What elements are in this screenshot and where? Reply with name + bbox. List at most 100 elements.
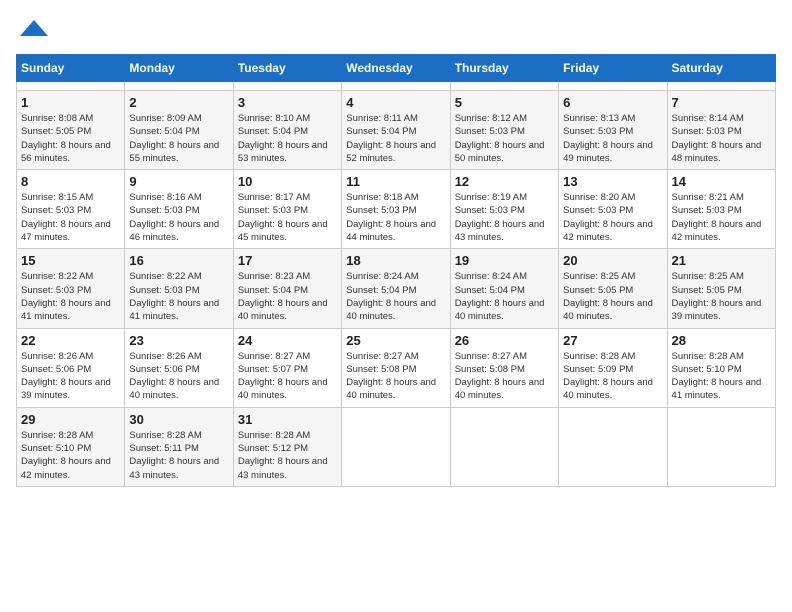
calendar-cell (17, 82, 125, 91)
calendar-cell: 24 Sunrise: 8:27 AMSunset: 5:07 PMDayligh… (233, 328, 341, 407)
logo-icon (20, 16, 48, 44)
day-number: 9 (129, 174, 228, 189)
day-info: Sunrise: 8:26 AMSunset: 5:06 PMDaylight:… (21, 350, 120, 403)
day-number: 3 (238, 95, 337, 110)
day-number: 16 (129, 253, 228, 268)
calendar-week-row: 29 Sunrise: 8:28 AMSunset: 5:10 PMDayligh… (17, 407, 776, 486)
calendar-cell: 7 Sunrise: 8:14 AMSunset: 5:03 PMDaylight… (667, 91, 775, 170)
calendar-cell: 12 Sunrise: 8:19 AMSunset: 5:03 PMDayligh… (450, 170, 558, 249)
day-info: Sunrise: 8:10 AMSunset: 5:04 PMDaylight:… (238, 112, 337, 165)
calendar-week-row: 8 Sunrise: 8:15 AMSunset: 5:03 PMDaylight… (17, 170, 776, 249)
day-info: Sunrise: 8:18 AMSunset: 5:03 PMDaylight:… (346, 191, 445, 244)
logo (16, 16, 48, 44)
day-number: 8 (21, 174, 120, 189)
calendar-day-header: Tuesday (233, 55, 341, 82)
calendar-cell (450, 82, 558, 91)
day-number: 1 (21, 95, 120, 110)
calendar-cell: 31Sunrise: 8:28 AMSunset: 5:12 PMDayligh… (233, 407, 341, 486)
day-number: 20 (563, 253, 662, 268)
day-number: 23 (129, 333, 228, 348)
calendar-cell (667, 407, 775, 486)
day-info: Sunrise: 8:15 AMSunset: 5:03 PMDaylight:… (21, 191, 120, 244)
day-number: 2 (129, 95, 228, 110)
calendar-cell: 29 Sunrise: 8:28 AMSunset: 5:10 PMDayligh… (17, 407, 125, 486)
day-info: Sunrise: 8:14 AMSunset: 5:03 PMDaylight:… (672, 112, 771, 165)
day-info: Sunrise: 8:28 AMSunset: 5:09 PMDaylight:… (563, 350, 662, 403)
day-info: Sunrise: 8:23 AMSunset: 5:04 PMDaylight:… (238, 270, 337, 323)
calendar-cell (667, 82, 775, 91)
calendar-cell (125, 82, 233, 91)
day-number: 6 (563, 95, 662, 110)
calendar-cell: 27 Sunrise: 8:28 AMSunset: 5:09 PMDayligh… (559, 328, 667, 407)
calendar-cell: 30 Sunrise: 8:28 AMSunset: 5:11 PMDayligh… (125, 407, 233, 486)
day-info: Sunrise: 8:13 AMSunset: 5:03 PMDaylight:… (563, 112, 662, 165)
day-info: Sunrise: 8:27 AMSunset: 5:07 PMDaylight:… (238, 350, 337, 403)
day-number: 21 (672, 253, 771, 268)
day-number: 13 (563, 174, 662, 189)
day-info: Sunrise: 8:28 AMSunset: 5:10 PMDaylight:… (21, 429, 120, 482)
calendar-cell: 1Sunrise: 8:08 AMSunset: 5:05 PMDaylight… (17, 91, 125, 170)
calendar-week-row: 22 Sunrise: 8:26 AMSunset: 5:06 PMDayligh… (17, 328, 776, 407)
calendar-cell: 2 Sunrise: 8:09 AMSunset: 5:04 PMDaylight… (125, 91, 233, 170)
day-info: Sunrise: 8:16 AMSunset: 5:03 PMDaylight:… (129, 191, 228, 244)
calendar-week-row: 15Sunrise: 8:22 AMSunset: 5:03 PMDayligh… (17, 249, 776, 328)
calendar-cell: 9 Sunrise: 8:16 AMSunset: 5:03 PMDaylight… (125, 170, 233, 249)
calendar-cell: 6 Sunrise: 8:13 AMSunset: 5:03 PMDaylight… (559, 91, 667, 170)
day-number: 7 (672, 95, 771, 110)
day-number: 30 (129, 412, 228, 427)
calendar-cell: 14 Sunrise: 8:21 AMSunset: 5:03 PMDayligh… (667, 170, 775, 249)
day-number: 12 (455, 174, 554, 189)
calendar-cell (450, 407, 558, 486)
day-number: 25 (346, 333, 445, 348)
day-info: Sunrise: 8:28 AMSunset: 5:11 PMDaylight:… (129, 429, 228, 482)
day-info: Sunrise: 8:24 AMSunset: 5:04 PMDaylight:… (455, 270, 554, 323)
day-info: Sunrise: 8:27 AMSunset: 5:08 PMDaylight:… (346, 350, 445, 403)
calendar-week-row (17, 82, 776, 91)
day-info: Sunrise: 8:20 AMSunset: 5:03 PMDaylight:… (563, 191, 662, 244)
calendar-day-header: Saturday (667, 55, 775, 82)
day-number: 24 (238, 333, 337, 348)
day-info: Sunrise: 8:12 AMSunset: 5:03 PMDaylight:… (455, 112, 554, 165)
page-header (16, 16, 776, 44)
calendar-cell: 17Sunrise: 8:23 AMSunset: 5:04 PMDayligh… (233, 249, 341, 328)
day-info: Sunrise: 8:21 AMSunset: 5:03 PMDaylight:… (672, 191, 771, 244)
day-info: Sunrise: 8:11 AMSunset: 5:04 PMDaylight:… (346, 112, 445, 165)
calendar-cell: 16Sunrise: 8:22 AMSunset: 5:03 PMDayligh… (125, 249, 233, 328)
day-number: 5 (455, 95, 554, 110)
calendar-cell: 19 Sunrise: 8:24 AMSunset: 5:04 PMDayligh… (450, 249, 558, 328)
day-info: Sunrise: 8:25 AMSunset: 5:05 PMDaylight:… (672, 270, 771, 323)
calendar-cell: 3 Sunrise: 8:10 AMSunset: 5:04 PMDaylight… (233, 91, 341, 170)
day-number: 11 (346, 174, 445, 189)
calendar-cell (342, 407, 450, 486)
calendar-cell (233, 82, 341, 91)
calendar-cell: 21 Sunrise: 8:25 AMSunset: 5:05 PMDayligh… (667, 249, 775, 328)
day-number: 27 (563, 333, 662, 348)
day-info: Sunrise: 8:09 AMSunset: 5:04 PMDaylight:… (129, 112, 228, 165)
calendar-header-row: SundayMondayTuesdayWednesdayThursdayFrid… (17, 55, 776, 82)
day-number: 22 (21, 333, 120, 348)
day-number: 14 (672, 174, 771, 189)
calendar-cell (342, 82, 450, 91)
day-number: 19 (455, 253, 554, 268)
calendar-day-header: Thursday (450, 55, 558, 82)
day-info: Sunrise: 8:19 AMSunset: 5:03 PMDaylight:… (455, 191, 554, 244)
calendar-day-header: Wednesday (342, 55, 450, 82)
day-number: 28 (672, 333, 771, 348)
day-info: Sunrise: 8:24 AMSunset: 5:04 PMDaylight:… (346, 270, 445, 323)
day-number: 29 (21, 412, 120, 427)
day-info: Sunrise: 8:26 AMSunset: 5:06 PMDaylight:… (129, 350, 228, 403)
calendar-table: SundayMondayTuesdayWednesdayThursdayFrid… (16, 54, 776, 487)
day-number: 4 (346, 95, 445, 110)
calendar-cell (559, 82, 667, 91)
calendar-cell: 15Sunrise: 8:22 AMSunset: 5:03 PMDayligh… (17, 249, 125, 328)
day-number: 15 (21, 253, 120, 268)
calendar-cell: 20Sunrise: 8:25 AMSunset: 5:05 PMDayligh… (559, 249, 667, 328)
day-number: 18 (346, 253, 445, 268)
calendar-day-header: Sunday (17, 55, 125, 82)
day-info: Sunrise: 8:27 AMSunset: 5:08 PMDaylight:… (455, 350, 554, 403)
calendar-cell: 22 Sunrise: 8:26 AMSunset: 5:06 PMDayligh… (17, 328, 125, 407)
day-number: 10 (238, 174, 337, 189)
calendar-cell: 5 Sunrise: 8:12 AMSunset: 5:03 PMDaylight… (450, 91, 558, 170)
day-info: Sunrise: 8:28 AMSunset: 5:12 PMDaylight:… (238, 429, 337, 482)
calendar-cell: 11 Sunrise: 8:18 AMSunset: 5:03 PMDayligh… (342, 170, 450, 249)
